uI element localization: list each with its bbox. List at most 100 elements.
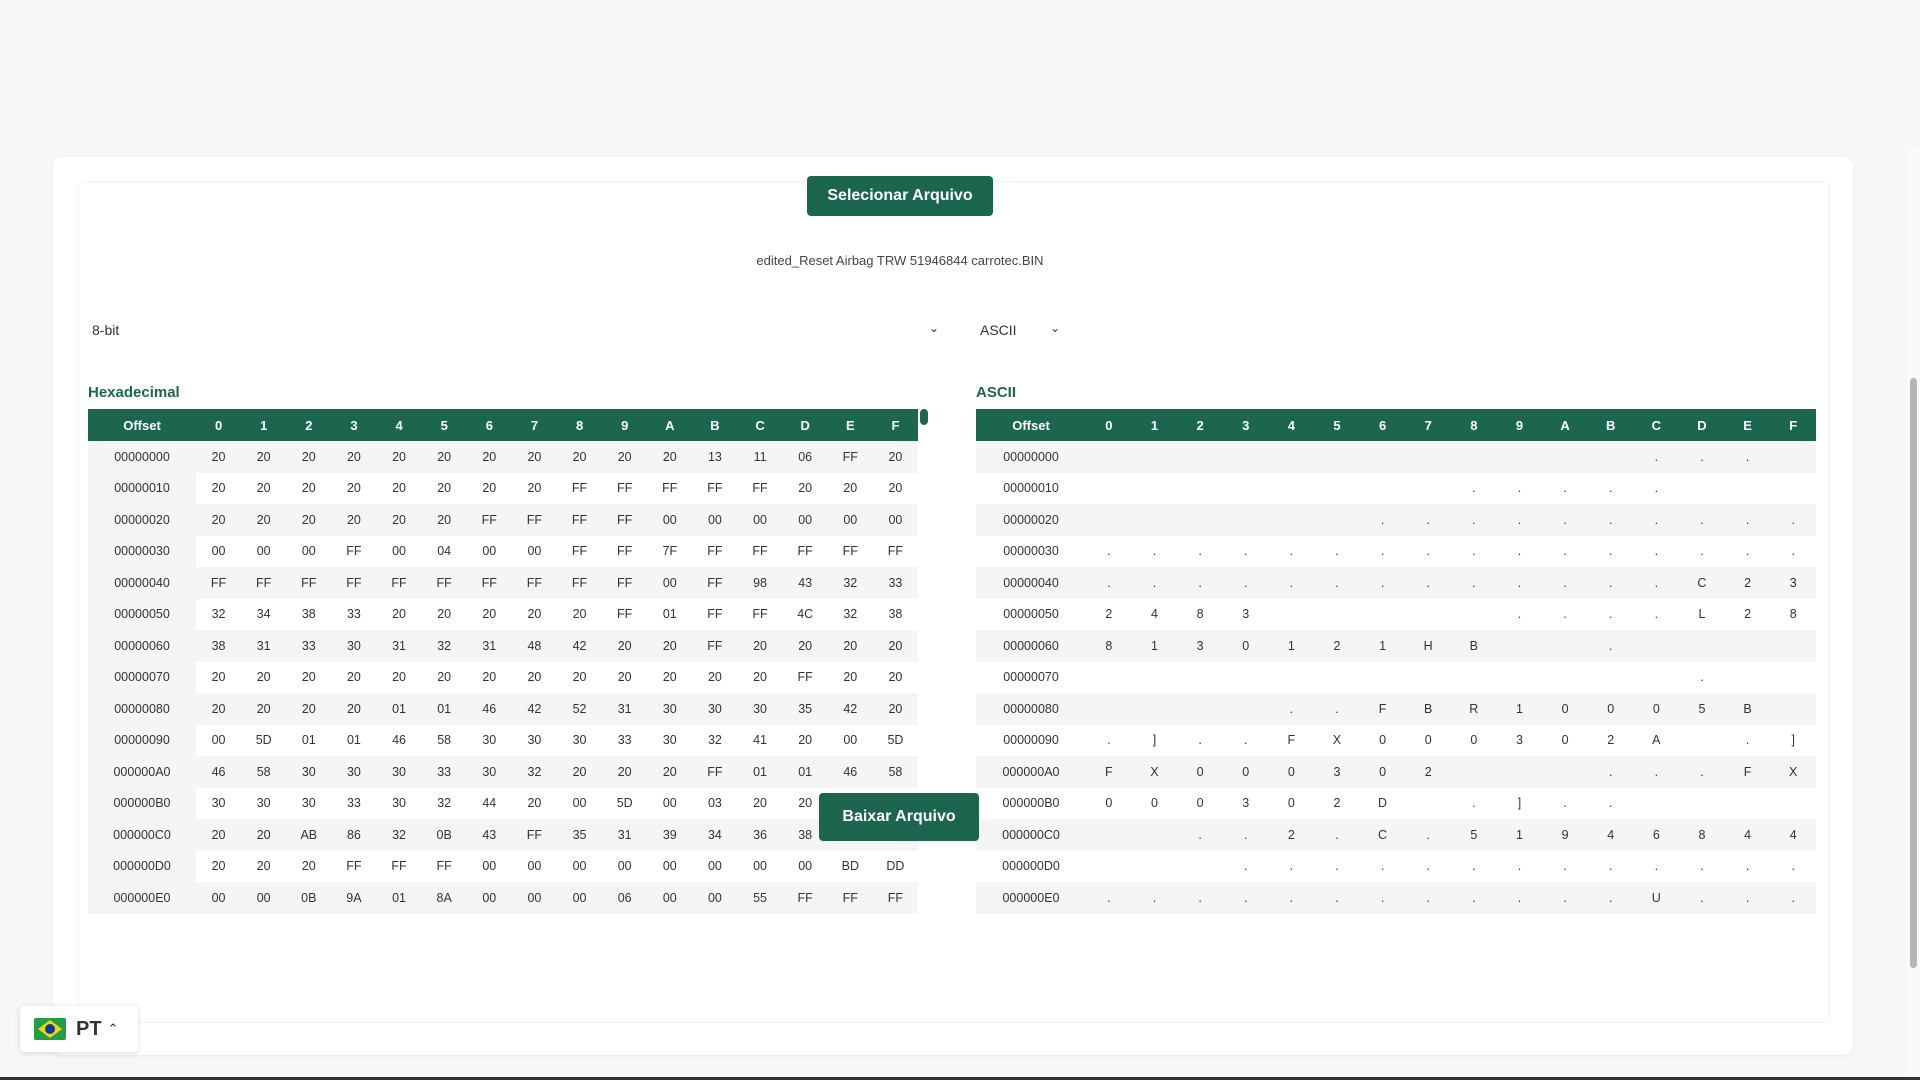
hex-byte-cell[interactable]: 32 <box>827 567 873 599</box>
hex-byte-cell[interactable]: 20 <box>466 441 512 473</box>
ascii-byte-cell[interactable]: . <box>1177 536 1223 568</box>
ascii-byte-cell[interactable]: . <box>1770 536 1816 568</box>
ascii-byte-cell[interactable] <box>1314 504 1360 536</box>
hex-byte-cell[interactable]: 20 <box>872 441 918 473</box>
hex-byte-cell[interactable]: FF <box>692 567 738 599</box>
ascii-byte-cell[interactable]: F <box>1086 756 1132 788</box>
hex-byte-cell[interactable]: 00 <box>467 851 512 883</box>
hex-byte-cell[interactable]: 30 <box>512 725 557 757</box>
hex-byte-cell[interactable]: 00 <box>196 882 242 914</box>
hex-byte-cell[interactable]: FF <box>331 567 377 599</box>
hex-byte-cell[interactable]: 32 <box>692 725 737 757</box>
hex-byte-cell[interactable]: FF <box>557 536 602 568</box>
ascii-byte-cell[interactable] <box>1360 662 1406 694</box>
hex-byte-cell[interactable]: 20 <box>738 662 783 694</box>
hex-byte-cell[interactable]: 06 <box>782 441 828 473</box>
hex-byte-cell[interactable]: 52 <box>557 693 603 725</box>
hex-byte-cell[interactable]: 33 <box>872 567 918 599</box>
ascii-byte-cell[interactable]: . <box>1588 788 1634 820</box>
ascii-byte-cell[interactable]: . <box>1222 567 1269 599</box>
hex-byte-cell[interactable]: FF <box>692 756 738 788</box>
hex-byte-cell[interactable]: 46 <box>466 693 512 725</box>
ascii-byte-cell[interactable]: . <box>1314 851 1360 883</box>
ascii-byte-cell[interactable] <box>1177 851 1223 883</box>
hex-byte-cell[interactable]: 20 <box>241 662 286 694</box>
ascii-byte-cell[interactable]: U <box>1633 882 1680 914</box>
ascii-byte-cell[interactable]: 0 <box>1269 788 1315 820</box>
hex-byte-cell[interactable]: 20 <box>377 662 422 694</box>
hex-byte-cell[interactable]: 00 <box>512 536 557 568</box>
hex-byte-cell[interactable]: 00 <box>647 567 693 599</box>
hex-byte-cell[interactable]: 00 <box>196 536 241 568</box>
hex-byte-cell[interactable]: 11 <box>737 441 783 473</box>
ascii-byte-cell[interactable] <box>1268 504 1315 536</box>
hex-byte-cell[interactable]: 34 <box>692 819 738 851</box>
hex-byte-cell[interactable]: 20 <box>241 473 286 505</box>
ascii-byte-cell[interactable] <box>1770 630 1816 662</box>
hex-byte-cell[interactable]: 00 <box>692 882 738 914</box>
page-scrollbar[interactable] <box>1907 148 1920 1080</box>
hex-byte-cell[interactable]: 13 <box>692 441 738 473</box>
hex-byte-cell[interactable]: 20 <box>647 662 692 694</box>
hex-byte-cell[interactable]: FF <box>692 630 738 662</box>
ascii-byte-cell[interactable]: 0 <box>1360 725 1406 757</box>
hex-byte-cell[interactable]: 30 <box>286 756 332 788</box>
hex-byte-cell[interactable]: 20 <box>196 504 242 536</box>
ascii-byte-cell[interactable] <box>1587 441 1634 473</box>
ascii-byte-cell[interactable]: . <box>1679 504 1725 536</box>
ascii-byte-cell[interactable] <box>1269 599 1315 631</box>
download-file-button[interactable]: Baixar Arquivo <box>819 793 979 841</box>
ascii-byte-cell[interactable]: . <box>1724 441 1771 473</box>
hex-byte-cell[interactable]: 00 <box>647 851 692 883</box>
hex-byte-cell[interactable]: 9A <box>331 882 377 914</box>
ascii-byte-cell[interactable]: . <box>1405 882 1451 914</box>
ascii-byte-cell[interactable] <box>1314 599 1360 631</box>
hex-byte-cell[interactable]: 00 <box>512 851 557 883</box>
hex-byte-cell[interactable]: 20 <box>782 630 828 662</box>
hex-byte-cell[interactable]: FF <box>511 819 557 851</box>
hex-byte-cell[interactable]: 20 <box>421 504 467 536</box>
ascii-byte-cell[interactable] <box>1177 504 1223 536</box>
ascii-byte-cell[interactable]: 2 <box>1314 788 1360 820</box>
hex-byte-cell[interactable]: 20 <box>647 756 693 788</box>
ascii-byte-cell[interactable] <box>1679 725 1725 757</box>
ascii-byte-cell[interactable] <box>1496 630 1543 662</box>
ascii-byte-cell[interactable]: . <box>1177 567 1223 599</box>
ascii-byte-cell[interactable]: . <box>1314 693 1360 725</box>
hex-byte-cell[interactable]: 00 <box>557 851 602 883</box>
hex-byte-cell[interactable]: 20 <box>421 441 467 473</box>
hex-byte-cell[interactable]: FF <box>692 536 737 568</box>
ascii-byte-cell[interactable]: . <box>1725 536 1771 568</box>
hex-byte-cell[interactable]: 20 <box>783 473 828 505</box>
hex-byte-cell[interactable]: 20 <box>828 662 873 694</box>
hex-byte-cell[interactable]: FF <box>466 504 512 536</box>
ascii-byte-cell[interactable]: . <box>1542 882 1588 914</box>
ascii-byte-cell[interactable]: 0 <box>1132 788 1178 820</box>
ascii-byte-cell[interactable]: . <box>1497 536 1543 568</box>
ascii-byte-cell[interactable]: . <box>1222 819 1269 851</box>
ascii-byte-cell[interactable] <box>1131 441 1178 473</box>
hex-byte-cell[interactable]: 35 <box>782 693 828 725</box>
bit-width-select[interactable]: 8-bit ⌄ <box>92 315 939 345</box>
ascii-byte-cell[interactable]: . <box>1634 473 1680 505</box>
hex-byte-cell[interactable]: 42 <box>827 693 873 725</box>
ascii-byte-cell[interactable]: . <box>1451 882 1497 914</box>
ascii-byte-cell[interactable]: . <box>1679 662 1725 694</box>
hex-byte-cell[interactable]: 30 <box>692 693 738 725</box>
ascii-byte-cell[interactable]: 0 <box>1222 756 1269 788</box>
ascii-byte-cell[interactable]: . <box>1724 504 1771 536</box>
ascii-byte-cell[interactable] <box>1086 851 1132 883</box>
hex-byte-cell[interactable]: 20 <box>873 662 918 694</box>
ascii-byte-cell[interactable]: . <box>1132 536 1178 568</box>
hex-byte-cell[interactable]: 03 <box>692 788 737 820</box>
hex-byte-cell[interactable]: 43 <box>466 819 512 851</box>
ascii-byte-cell[interactable]: . <box>1086 725 1132 757</box>
hex-byte-cell[interactable]: 5D <box>241 725 286 757</box>
hex-byte-cell[interactable]: DD <box>873 851 918 883</box>
hex-byte-cell[interactable]: FF <box>692 599 737 631</box>
hex-byte-cell[interactable]: 8A <box>421 882 467 914</box>
hex-byte-cell[interactable]: 00 <box>557 788 602 820</box>
hex-byte-cell[interactable]: 20 <box>827 630 873 662</box>
ascii-byte-cell[interactable] <box>1222 441 1269 473</box>
hex-byte-cell[interactable]: 04 <box>422 536 467 568</box>
